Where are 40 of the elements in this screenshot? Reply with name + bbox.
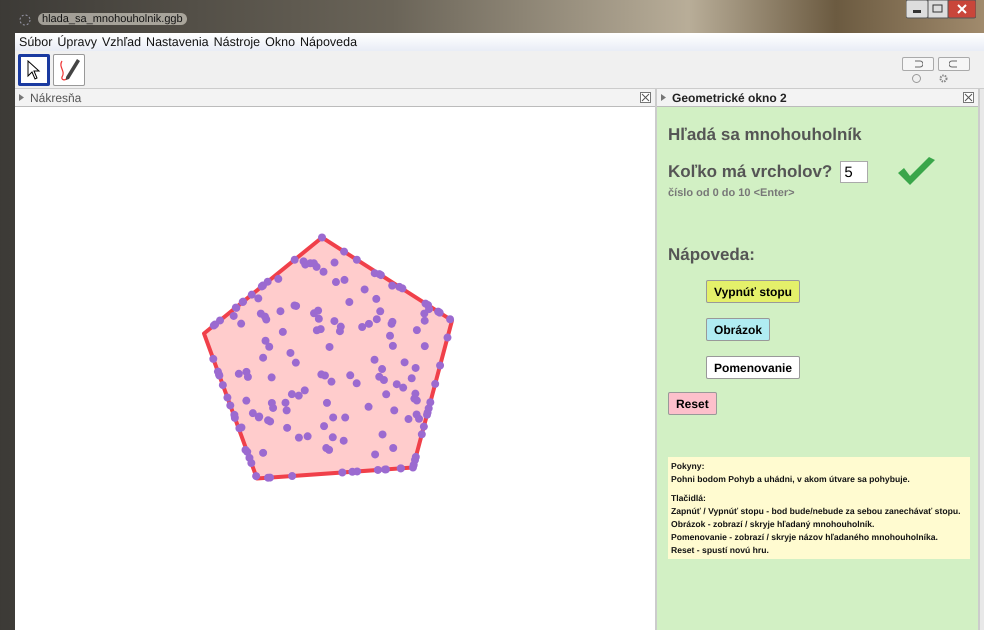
help-heading: Nápoveda:	[668, 245, 756, 265]
redo-icon	[949, 60, 959, 68]
panel-title: Geometrické okno 2	[672, 90, 787, 104]
instruction-line: Pomenovanie - zobrazí / skryje názov hľadaného mnohouholníka.	[671, 532, 939, 542]
tool-button[interactable]	[53, 54, 85, 86]
close-button[interactable]	[963, 92, 974, 103]
window-title: hlada_sa_mnohouholnik.ggb	[38, 13, 187, 25]
instruction-line: Pokyny:	[671, 461, 706, 471]
menu-item[interactable]: Okno	[265, 35, 296, 49]
tool-button[interactable]	[18, 54, 50, 86]
question: Koľko má vrcholov?	[668, 162, 832, 182]
undo-button[interactable]	[902, 56, 934, 70]
answer-field[interactable]: 5	[840, 161, 868, 183]
instruction-line: Tlačidlá:	[671, 493, 707, 503]
action-button[interactable]: Obrázok	[706, 318, 770, 341]
menu-item[interactable]: Nástroje	[214, 35, 260, 49]
heading: Hľadá sa mnohouholník	[668, 125, 863, 145]
menu-item[interactable]: Nastavenia	[146, 35, 209, 49]
cursor-icon	[26, 60, 42, 80]
hint-text: číslo od 0 do 10 <Enter>	[668, 187, 796, 199]
expand-icon[interactable]	[661, 94, 666, 101]
instruction-line: Reset - spustí novú hru.	[671, 545, 770, 555]
redo-button[interactable]	[938, 56, 970, 70]
window-controls-icon[interactable]	[906, 0, 976, 20]
expand-icon[interactable]	[19, 94, 24, 101]
settings-icon[interactable]	[939, 74, 948, 82]
menu-item[interactable]: Vzhľad	[102, 35, 142, 49]
instruction-line: Pohni bodom Pohyb a uhádni, v akom útvare sa pohybuje.	[671, 474, 911, 484]
menu-item[interactable]: Nápoveda	[300, 35, 358, 49]
action-button[interactable]: Vypnúť stopu	[706, 280, 800, 303]
menu-item[interactable]: Súbor	[19, 35, 52, 49]
instruction-line: Obrázok - zobrazí / skryje hľadaný mnohouholník.	[671, 519, 876, 529]
undo-icon	[913, 60, 923, 68]
menu-item[interactable]: Úpravy	[57, 35, 97, 49]
close-button[interactable]	[640, 92, 652, 103]
panel-title: Nákresňa	[30, 90, 82, 104]
app-icon	[18, 13, 32, 27]
reset-button[interactable]: Reset	[668, 392, 717, 415]
instruction-line: Zapnúť / Vypnúť stopu - bod bude/nebude za sebou zanechávať stopu.	[671, 506, 962, 516]
action-button[interactable]: Pomenovanie	[706, 356, 800, 379]
